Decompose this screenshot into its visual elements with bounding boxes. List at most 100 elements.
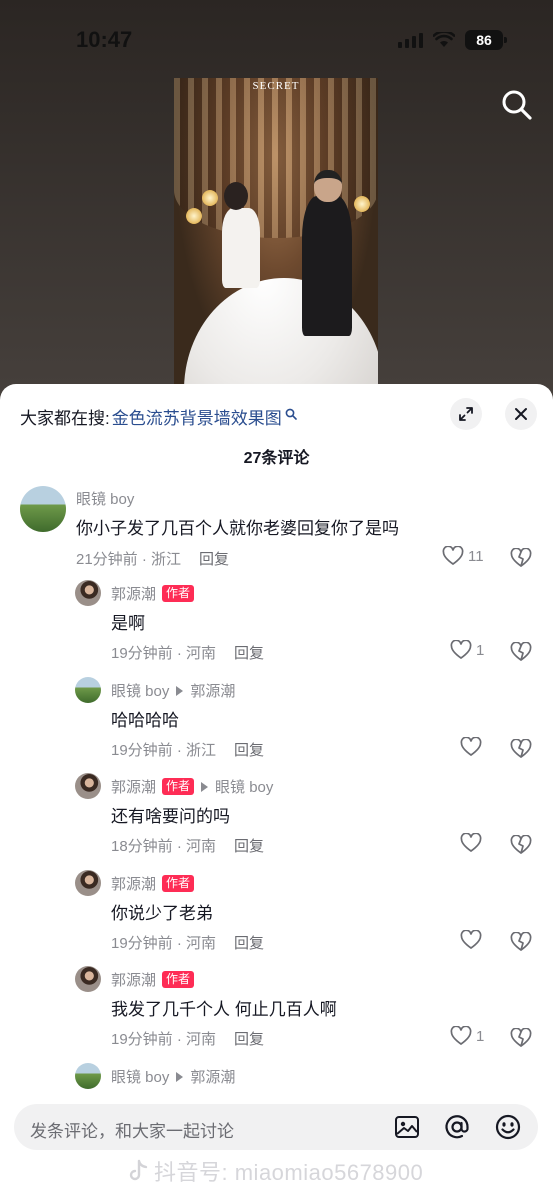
like-button[interactable]: 1 xyxy=(450,640,484,660)
comment-username[interactable]: 眼镜 boy 郭源潮 xyxy=(111,680,235,701)
reply-to-username[interactable]: 郭源潮 xyxy=(190,680,235,701)
reply-button[interactable]: 回复 xyxy=(234,1031,264,1048)
comment-username[interactable]: 郭源潮 作者 眼镜 boy xyxy=(111,776,273,797)
comment-text: 哈哈哈哈 xyxy=(111,711,179,730)
wifi-icon xyxy=(433,32,455,47)
avatar[interactable] xyxy=(75,580,101,606)
mini-search-icon xyxy=(285,408,297,420)
like-button[interactable]: 1 xyxy=(450,1026,484,1046)
reply-to-username[interactable]: 眼镜 boy xyxy=(215,776,273,797)
lamp-decoration xyxy=(202,190,218,206)
username-text: 郭源潮 xyxy=(111,586,157,603)
status-icons: 86 xyxy=(398,30,507,50)
author-badge: 作者 xyxy=(162,875,195,892)
comment-input-placeholder: 发条评论，和大家一起讨论 xyxy=(30,1122,234,1141)
heart-icon xyxy=(450,640,472,659)
reply-button[interactable]: 回复 xyxy=(234,935,264,952)
heart-icon xyxy=(450,1026,472,1045)
groom-head xyxy=(314,170,342,202)
comment-count: 27条评论 xyxy=(243,450,310,467)
comment-username[interactable]: 郭源潮 作者 xyxy=(111,583,195,604)
dislike-icon[interactable] xyxy=(510,548,532,568)
comment-text: 你小子发了几百个人就你老婆回复你了是吗 xyxy=(76,519,399,538)
comment-time-location: 18分钟前 · 河南 xyxy=(111,838,217,855)
like-count: 1 xyxy=(476,641,485,659)
image-icon[interactable] xyxy=(393,1113,421,1141)
close-icon xyxy=(515,408,527,420)
close-button[interactable] xyxy=(505,398,537,430)
status-time: 10:47 xyxy=(76,27,133,52)
douyin-logo-icon xyxy=(129,1159,148,1181)
sheet-header: 大家都在搜: 金色流苏背景墙效果图 27条评论 xyxy=(0,384,553,484)
avatar[interactable] xyxy=(75,870,101,896)
reply-button[interactable]: 回复 xyxy=(234,645,264,662)
video-area[interactable]: 10:47 86 SECRET xyxy=(0,0,553,400)
comment-text: 还有啥要问的吗 xyxy=(111,807,230,826)
like-button[interactable]: 11 xyxy=(442,546,484,566)
comment-meta: 19分钟前 · 河南 回复 xyxy=(111,932,264,953)
author-badge: 作者 xyxy=(162,778,195,795)
reply-item: 郭源潮 作者 你说少了老弟 19分钟前 · 河南 回复 xyxy=(0,870,553,960)
dislike-icon[interactable] xyxy=(510,835,532,855)
like-button[interactable] xyxy=(460,737,482,757)
reply-arrow-icon xyxy=(176,1071,184,1082)
dislike-icon[interactable] xyxy=(510,739,532,759)
heart-icon xyxy=(460,930,482,949)
like-button[interactable] xyxy=(460,930,482,950)
reply-to-username[interactable]: 郭源潮 xyxy=(190,1066,235,1087)
video-logo: SECRET xyxy=(252,80,300,92)
reply-item: 郭源潮 作者 眼镜 boy 还有啥要问的吗 18分钟前 · 河南 回复 xyxy=(0,773,553,863)
comment-time-location: 19分钟前 · 河南 xyxy=(111,645,217,662)
avatar[interactable] xyxy=(75,1063,101,1089)
reply-arrow-icon xyxy=(176,685,184,696)
hot-search-bar[interactable]: 大家都在搜: 金色流苏背景墙效果图 xyxy=(20,404,297,429)
at-icon[interactable] xyxy=(443,1113,471,1141)
like-count: 11 xyxy=(468,547,484,565)
comment-username[interactable]: 眼镜 boy xyxy=(76,488,134,509)
avatar[interactable] xyxy=(20,486,66,532)
avatar[interactable] xyxy=(75,677,101,703)
comment-username[interactable]: 郭源潮 作者 xyxy=(111,969,195,990)
avatar[interactable] xyxy=(75,966,101,992)
bride-head xyxy=(224,182,248,210)
comment-text: 我发了几千个人 何止几百人啊 xyxy=(111,1000,337,1019)
reply-button[interactable]: 回复 xyxy=(199,551,229,568)
status-bar: 10:47 86 xyxy=(0,0,553,80)
lamp-decoration xyxy=(186,208,202,224)
search-icon[interactable] xyxy=(500,88,534,122)
username-text: 郭源潮 xyxy=(111,779,157,796)
hot-search-term[interactable]: 金色流苏背景墙效果图 xyxy=(112,404,282,429)
comment-item: 眼镜 boy 你小子发了几百个人就你老婆回复你了是吗 21分钟前 · 浙江 回复 … xyxy=(0,486,553,576)
heart-icon xyxy=(460,833,482,852)
comment-input[interactable]: 发条评论，和大家一起讨论 xyxy=(14,1104,538,1150)
username-text: 眼镜 boy xyxy=(111,1069,170,1086)
reply-button[interactable]: 回复 xyxy=(234,742,264,759)
expand-button[interactable] xyxy=(450,398,482,430)
like-button[interactable] xyxy=(460,833,482,853)
reply-item: 郭源潮 作者 是啊 19分钟前 · 河南 回复 1 xyxy=(0,580,553,670)
comment-meta: 19分钟前 · 河南 回复 xyxy=(111,642,264,663)
video-thumbnail[interactable]: SECRET xyxy=(174,78,378,388)
bride-figure xyxy=(222,208,260,288)
dislike-icon[interactable] xyxy=(510,1028,532,1048)
emoji-icon[interactable] xyxy=(494,1113,522,1141)
signal-icon xyxy=(398,32,423,48)
like-count: 1 xyxy=(476,1027,485,1045)
battery-icon: 86 xyxy=(465,30,507,50)
comment-time-location: 19分钟前 · 河南 xyxy=(111,1031,217,1048)
comment-username[interactable]: 郭源潮 作者 xyxy=(111,873,195,894)
avatar[interactable] xyxy=(75,773,101,799)
groom-figure xyxy=(302,196,352,336)
reply-item: 眼镜 boy 郭源潮 哈哈哈哈 19分钟前 · 浙江 回复 xyxy=(0,677,553,767)
dislike-icon[interactable] xyxy=(510,932,532,952)
reply-arrow-icon xyxy=(201,781,209,792)
comment-username[interactable]: 眼镜 boy 郭源潮 xyxy=(111,1066,235,1087)
username-text: 眼镜 boy xyxy=(111,683,170,700)
watermark: 抖音号: miaomiao5678900 xyxy=(128,1155,423,1187)
dislike-icon[interactable] xyxy=(510,642,532,662)
watermark-text: 抖音号: miaomiao5678900 xyxy=(154,1160,424,1185)
reply-button[interactable]: 回复 xyxy=(234,838,264,855)
comment-meta: 19分钟前 · 河南 回复 xyxy=(111,1028,264,1049)
comment-text: 是啊 xyxy=(111,614,145,633)
comment-meta: 18分钟前 · 河南 回复 xyxy=(111,835,264,856)
